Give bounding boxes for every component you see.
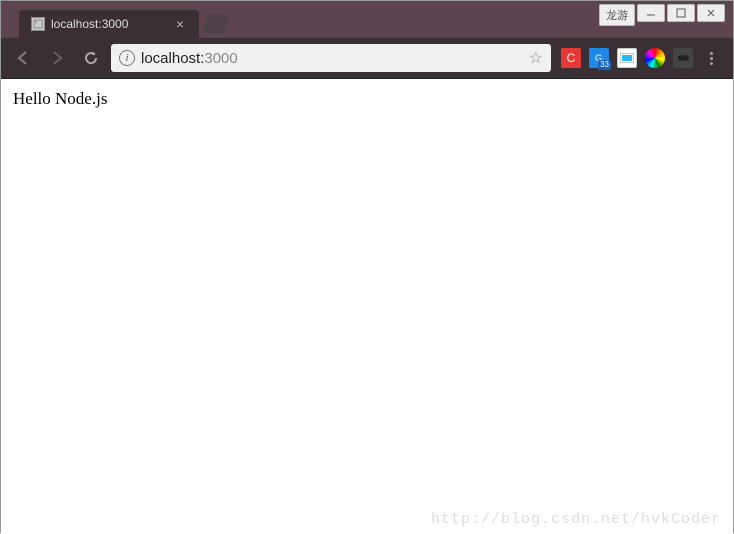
minimize-button[interactable] [637,4,665,22]
close-tab-icon[interactable]: × [173,17,187,31]
page-favicon-icon [31,17,45,31]
back-button[interactable] [9,44,37,72]
address-bar[interactable]: i localhost:3000 ☆ [111,44,551,72]
page-body-text: Hello Node.js [13,89,107,108]
extension-badge: 33 [598,60,611,70]
translate-extension-icon[interactable]: G 33 [589,48,609,68]
browser-toolbar: i localhost:3000 ☆ C G 33 [1,38,733,78]
extension-area: C G 33 [557,48,725,68]
page-content: Hello Node.js http://blog.csdn.net/hvkCo… [1,78,733,534]
close-window-button[interactable] [697,4,725,22]
browser-tab[interactable]: localhost:3000 × [19,10,199,38]
url-text: localhost:3000 [141,50,523,67]
reload-button[interactable] [77,44,105,72]
window-controls: 龙游 [599,4,725,26]
url-port: 3000 [204,50,237,67]
bookmark-star-icon[interactable]: ☆ [529,48,543,68]
extension-icon-5[interactable] [673,48,693,68]
browser-menu-button[interactable] [701,52,721,65]
watermark-text: http://blog.csdn.net/hvkCoder [431,511,721,528]
extension-icon-3[interactable] [617,48,637,68]
forward-button[interactable] [43,44,71,72]
extension-icon-1[interactable]: C [561,48,581,68]
extension-icon-4[interactable] [645,48,665,68]
maximize-button[interactable] [667,4,695,22]
site-info-icon[interactable]: i [119,50,135,66]
url-host: localhost: [141,50,204,67]
new-tab-button[interactable] [202,15,231,33]
window-label: 龙游 [599,4,635,26]
tab-title: localhost:3000 [51,17,167,31]
